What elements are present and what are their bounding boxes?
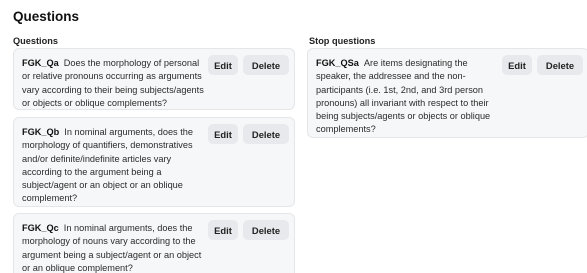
question-id: FGK_Qa	[22, 58, 59, 68]
stop-question-id: FGK_QSa	[316, 58, 359, 68]
stop-questions-column-heading: Stop questions	[309, 36, 376, 46]
question-text-block: FGK_Qb In nominal arguments, does the mor…	[22, 126, 202, 206]
delete-button[interactable]: Delete	[243, 124, 289, 144]
question-text-block: FGK_Qa Does the morphology of personal or…	[22, 57, 204, 110]
edit-button[interactable]: Edit	[502, 55, 532, 75]
delete-button[interactable]: Delete	[243, 55, 289, 75]
delete-button[interactable]: Delete	[537, 55, 583, 75]
stop-question-text-block: FGK_QSa Are items designating the speaker…	[316, 57, 496, 137]
question-card: FGK_Qc In nominal arguments, does the mor…	[13, 213, 295, 273]
edit-button[interactable]: Edit	[208, 124, 238, 144]
question-card: FGK_Qb In nominal arguments, does the mor…	[13, 117, 295, 207]
question-id: FGK_Qc	[22, 223, 59, 233]
edit-button[interactable]: Edit	[208, 55, 238, 75]
edit-button[interactable]: Edit	[208, 220, 238, 240]
page-title: Questions	[13, 9, 80, 24]
questions-column-heading: Questions	[13, 36, 58, 46]
question-text: In nominal arguments, does the morpholog…	[22, 127, 193, 204]
question-text-block: FGK_Qc In nominal arguments, does the mor…	[22, 222, 202, 273]
stop-question-text: Are items designating the speaker, the a…	[316, 58, 491, 135]
delete-button[interactable]: Delete	[243, 220, 289, 240]
question-card: FGK_Qa Does the morphology of personal or…	[13, 48, 295, 110]
stop-question-card: FGK_QSa Are items designating the speaker…	[307, 48, 587, 138]
question-id: FGK_Qb	[22, 127, 60, 137]
